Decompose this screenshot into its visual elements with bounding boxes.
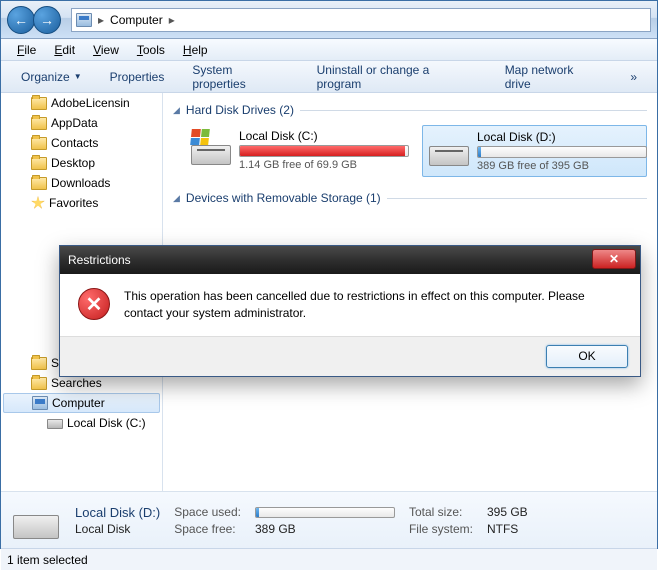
folder-icon <box>31 177 47 190</box>
drive-icon <box>13 501 59 539</box>
tree-item-appdata[interactable]: AppData <box>1 113 162 133</box>
space-free-label: Space free: <box>174 522 241 536</box>
status-text: 1 item selected <box>7 553 88 567</box>
computer-icon <box>76 13 92 27</box>
folder-icon <box>31 97 47 110</box>
menu-help[interactable]: Help <box>175 41 216 59</box>
properties-button[interactable]: Properties <box>98 66 177 88</box>
folder-icon <box>31 377 47 390</box>
command-bar: Organize▼ Properties System properties U… <box>1 61 657 93</box>
drive-icon <box>429 130 469 166</box>
close-button[interactable]: ✕ <box>592 249 636 269</box>
tree-item-desktop[interactable]: Desktop <box>1 153 162 173</box>
drive-label: Local Disk (C:) <box>239 129 409 143</box>
chevron-down-icon: ▼ <box>74 72 82 81</box>
dialog-message: This operation has been cancelled due to… <box>124 288 622 322</box>
capacity-bar <box>477 146 647 158</box>
status-bar: 1 item selected <box>1 548 657 570</box>
restrictions-dialog: Restrictions ✕ ✕ This operation has been… <box>59 245 641 377</box>
section-removable-storage[interactable]: ◢ Devices with Removable Storage (1) <box>173 191 647 205</box>
capacity-bar <box>239 145 409 157</box>
tree-item-favorites[interactable]: Favorites <box>1 193 162 213</box>
tree-item-contacts[interactable]: Contacts <box>1 133 162 153</box>
tree-item-downloads[interactable]: Downloads <box>1 173 162 193</box>
back-button[interactable]: ← <box>7 6 35 34</box>
details-pane: Local Disk (D:) Space used: Total size: … <box>1 491 657 548</box>
dialog-title: Restrictions <box>68 253 131 267</box>
breadcrumb-location[interactable]: Computer <box>110 13 163 27</box>
drive-free-text: 1.14 GB free of 69.9 GB <box>239 159 409 171</box>
tree-item-adobelicensing[interactable]: AdobeLicensin <box>1 93 162 113</box>
filesystem-value: NTFS <box>487 522 528 536</box>
tree-item-local-disk-c[interactable]: Local Disk (C:) <box>1 413 162 433</box>
error-icon: ✕ <box>78 288 110 320</box>
section-hard-disk-drives[interactable]: ◢ Hard Disk Drives (2) <box>173 103 647 117</box>
breadcrumb-separator: ▸ <box>98 13 104 27</box>
menu-file[interactable]: File <box>9 41 44 59</box>
close-icon: ✕ <box>609 252 619 266</box>
space-used-label: Space used: <box>174 505 241 519</box>
drive-free-text: 389 GB free of 395 GB <box>477 160 647 172</box>
space-free-value: 389 GB <box>255 522 395 536</box>
drive-label: Local Disk (D:) <box>477 130 647 144</box>
menu-edit[interactable]: Edit <box>46 41 83 59</box>
windows-logo-icon <box>190 129 210 145</box>
menu-view[interactable]: View <box>85 41 127 59</box>
folder-icon <box>31 157 47 170</box>
filesystem-label: File system: <box>409 522 473 536</box>
map-drive-button[interactable]: Map network drive <box>493 59 615 95</box>
drive-icon <box>191 129 231 165</box>
tree-item-computer[interactable]: Computer <box>3 393 160 413</box>
address-bar[interactable]: ▸ Computer ▸ <box>71 8 651 32</box>
toolbar-overflow[interactable]: » <box>618 66 649 88</box>
drive-local-disk-c[interactable]: Local Disk (C:) 1.14 GB free of 69.9 GB <box>185 125 410 177</box>
drive-icon <box>47 419 63 429</box>
total-size-label: Total size: <box>409 505 473 519</box>
folder-icon <box>31 357 47 370</box>
organize-button[interactable]: Organize▼ <box>9 66 94 88</box>
uninstall-button[interactable]: Uninstall or change a program <box>305 59 489 95</box>
drive-local-disk-d[interactable]: Local Disk (D:) 389 GB free of 395 GB <box>422 125 647 177</box>
navigation-bar: ← → ▸ Computer ▸ <box>1 1 657 39</box>
ok-button[interactable]: OK <box>546 345 628 368</box>
total-size-value: 395 GB <box>487 505 528 519</box>
details-title: Local Disk (D:) <box>75 505 160 520</box>
collapse-icon: ◢ <box>173 105 180 116</box>
collapse-icon: ◢ <box>173 193 180 204</box>
details-subtitle: Local Disk <box>75 522 160 536</box>
breadcrumb-separator: ▸ <box>169 13 175 27</box>
folder-icon <box>31 137 47 150</box>
system-properties-button[interactable]: System properties <box>180 59 300 95</box>
star-icon <box>31 196 45 210</box>
folder-icon <box>31 117 47 130</box>
forward-button[interactable]: → <box>33 6 61 34</box>
dialog-titlebar[interactable]: Restrictions ✕ <box>60 246 640 274</box>
computer-icon <box>32 396 48 410</box>
menu-tools[interactable]: Tools <box>129 41 173 59</box>
space-used-bar <box>255 507 395 518</box>
